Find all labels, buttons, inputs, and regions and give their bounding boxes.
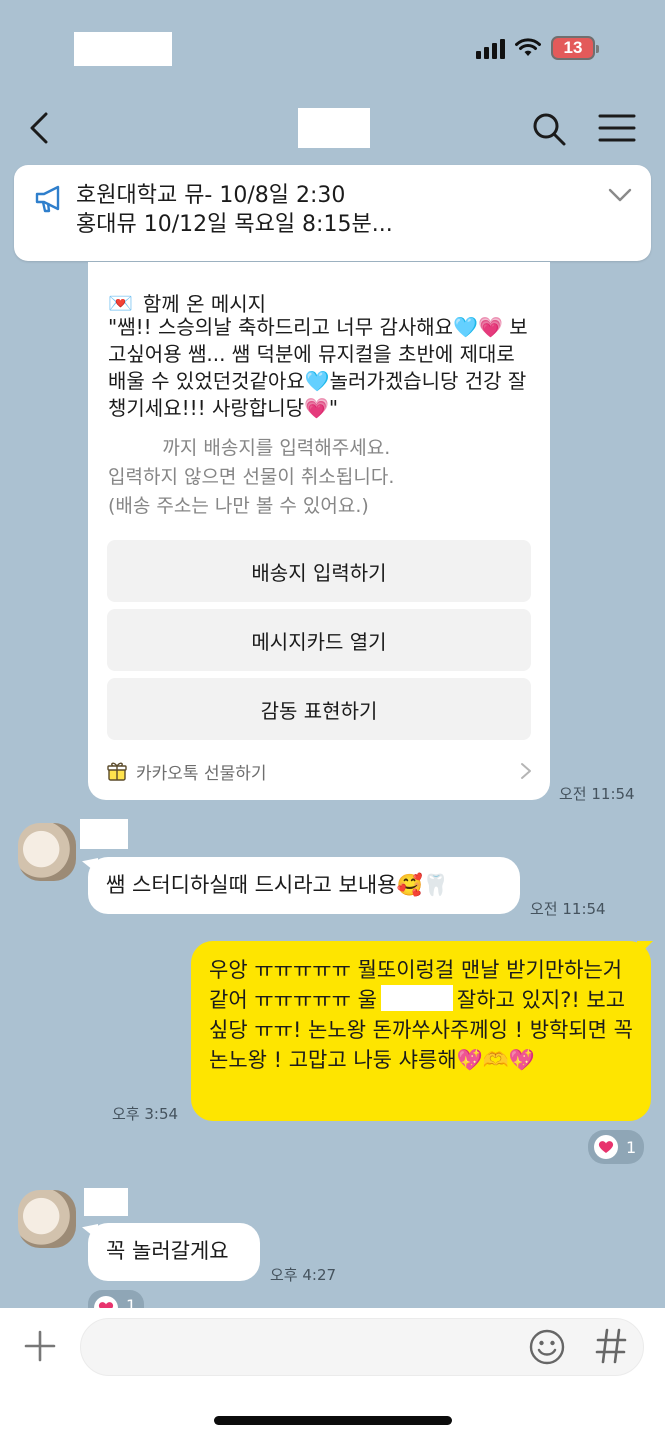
avatar[interactable]: [18, 1190, 76, 1248]
reaction-badge[interactable]: 1: [88, 1290, 145, 1308]
reaction-badge[interactable]: 1: [588, 1130, 645, 1164]
back-arrow-icon[interactable]: [20, 108, 60, 148]
message-timestamp: 오전 11:54: [530, 900, 606, 918]
open-message-card-button[interactable]: 메시지카드 열기: [107, 609, 531, 671]
status-bar-time: [74, 32, 172, 66]
chevron-right-icon: [521, 763, 531, 779]
gift-footer[interactable]: 카카오톡 선물하기: [106, 756, 532, 786]
redacted-name: [380, 985, 453, 1011]
heart-reaction-icon: [94, 1296, 118, 1308]
heart-reaction-icon: [594, 1135, 618, 1159]
reaction-count: 1: [126, 1296, 137, 1308]
wifi-icon: [515, 38, 541, 56]
status-icons: 13: [476, 36, 599, 60]
sender-name: [84, 1188, 128, 1216]
enter-address-button[interactable]: 배송지 입력하기: [107, 540, 531, 602]
plus-icon[interactable]: [24, 1330, 56, 1362]
gift-footer-label: 카카오톡 선물하기: [136, 763, 267, 784]
pinned-notice[interactable]: 호원대학교 뮤- 10/8일 2:30 홍대뮤 10/12일 목요일 8:15분…: [14, 165, 651, 261]
avatar[interactable]: [18, 823, 76, 881]
outgoing-message-bubble[interactable]: 우앙 ㅠㅠㅠㅠㅠ 뭘또이렁걸 맨날 받기만하는거같어 ㅠㅠㅠㅠㅠ 울 잘하고 있지…: [191, 941, 651, 1121]
gift-message-label: 함께 온 메시지: [142, 292, 267, 316]
chevron-down-icon[interactable]: [608, 187, 632, 203]
message-timestamp: 오후 3:54: [112, 1105, 179, 1123]
delivery-guide-text: 까지 배송지를 입력해주세요. 입력하지 않으면 선물이 취소됩니다. (배송 …: [108, 437, 395, 517]
notice-text: 호원대학교 뮤- 10/8일 2:30 홍대뮤 10/12일 목요일 8:15분…: [76, 183, 393, 237]
incoming-message-bubble[interactable]: 꼭 놀러갈게요: [88, 1223, 260, 1281]
sender-name: [80, 819, 128, 849]
express-thanks-button[interactable]: 감동 표현하기: [107, 678, 531, 740]
gift-message-header: 💌 함께 온 메시지: [108, 288, 266, 317]
megaphone-icon: [35, 185, 60, 213]
reaction-count: 1: [626, 1137, 637, 1157]
search-icon[interactable]: [530, 110, 568, 148]
emoji-icon[interactable]: [528, 1328, 566, 1366]
hamburger-menu-icon[interactable]: [598, 112, 636, 144]
incoming-message-bubble[interactable]: 쌤 스터디하실때 드시라고 보내용🥰🦷: [88, 857, 520, 914]
message-timestamp: 오후 4:27: [270, 1266, 337, 1284]
gift-box-icon: [107, 762, 127, 781]
hash-icon[interactable]: [594, 1326, 628, 1366]
envelope-icon: 💌: [108, 290, 133, 315]
home-indicator: [214, 1416, 452, 1425]
battery-indicator: 13: [551, 36, 599, 60]
gift-message-text: "쌤!! 스승의날 축하드리고 너무 감사해요🩵💗 보고싶어용 쌤... 쌤 덕…: [108, 315, 528, 420]
message-timestamp: 오전 11:54: [559, 785, 635, 803]
gift-card[interactable]: 💌 함께 온 메시지 "쌤!! 스승의날 축하드리고 너무 감사해요🩵💗 보고싶…: [88, 262, 550, 800]
cellular-signal-icon: [476, 37, 505, 59]
chat-room-title: [298, 108, 370, 148]
